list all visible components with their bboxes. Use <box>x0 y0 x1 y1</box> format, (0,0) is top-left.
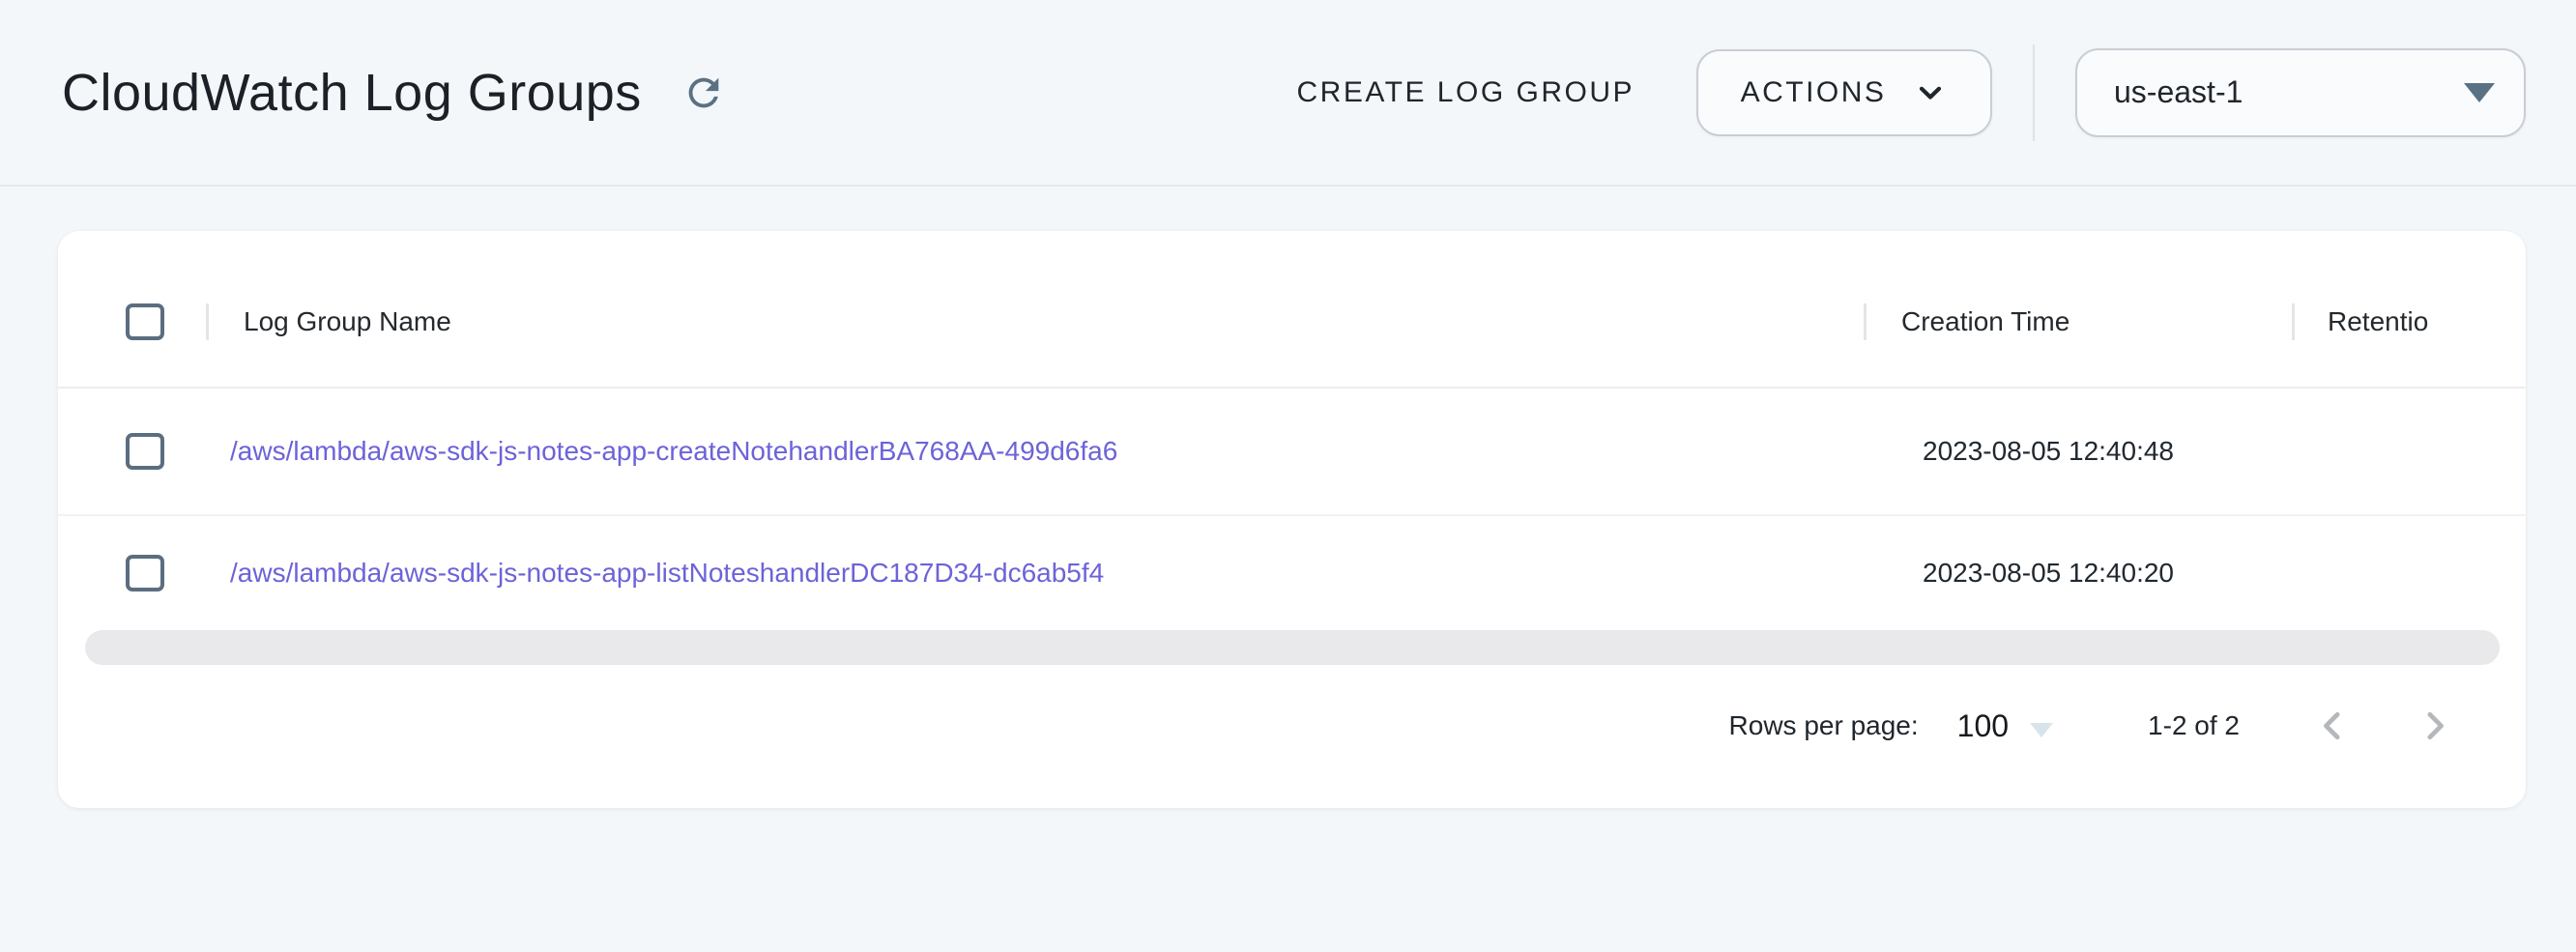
page-title: CloudWatch Log Groups <box>62 63 642 123</box>
log-group-link[interactable]: /aws/lambda/aws-sdk-js-notes-app-listNot… <box>230 558 1104 588</box>
column-separator <box>1864 303 1867 340</box>
chevron-right-icon <box>2414 705 2456 747</box>
rows-per-page-select[interactable]: 100 <box>1957 708 2053 744</box>
creation-time-cell: 2023-08-05 12:40:20 <box>1923 558 2174 589</box>
rows-per-page-label: Rows per page: <box>1729 710 1919 741</box>
pagination-bar: Rows per page: 100 1-2 of 2 <box>58 673 2526 808</box>
create-log-group-button[interactable]: CREATE LOG GROUP <box>1297 76 1635 109</box>
select-all-checkbox[interactable] <box>126 303 164 340</box>
log-groups-card: Log Group Name Creation Time Retentio /a… <box>58 231 2526 808</box>
log-group-link[interactable]: /aws/lambda/aws-sdk-js-notes-app-createN… <box>230 436 1117 466</box>
refresh-button[interactable] <box>677 66 731 120</box>
table-row: /aws/lambda/aws-sdk-js-notes-app-createN… <box>58 389 2526 516</box>
column-header-creation-time[interactable]: Creation Time <box>1901 306 2292 337</box>
chevron-left-icon <box>2311 705 2354 747</box>
column-separator <box>206 303 209 340</box>
caret-down-icon <box>2030 723 2053 737</box>
previous-page-button[interactable] <box>2309 703 2356 749</box>
table-row: /aws/lambda/aws-sdk-js-notes-app-listNot… <box>58 516 2526 630</box>
next-page-button[interactable] <box>2412 703 2458 749</box>
rows-per-page-value: 100 <box>1957 708 2009 744</box>
row-checkbox[interactable] <box>126 433 164 470</box>
table-header-row: Log Group Name Creation Time Retentio <box>58 231 2526 389</box>
topbar: CloudWatch Log Groups CREATE LOG GROUP A… <box>0 0 2576 187</box>
refresh-icon <box>681 71 726 115</box>
column-header-retention[interactable]: Retentio <box>2328 306 2428 337</box>
topbar-vertical-divider <box>2033 44 2035 141</box>
caret-down-icon <box>2464 83 2495 102</box>
log-group-name-cell: /aws/lambda/aws-sdk-js-notes-app-createN… <box>230 436 1923 467</box>
column-separator <box>2292 303 2295 340</box>
region-select-value: us-east-1 <box>2114 74 2243 110</box>
column-header-log-group-name[interactable]: Log Group Name <box>244 306 1864 337</box>
actions-button-label: ACTIONS <box>1741 76 1887 109</box>
row-checkbox[interactable] <box>126 555 164 591</box>
chevron-down-icon <box>1913 75 1948 110</box>
horizontal-scrollbar <box>58 630 2526 673</box>
creation-time-cell: 2023-08-05 12:40:48 <box>1923 436 2174 467</box>
region-select[interactable]: us-east-1 <box>2075 48 2526 137</box>
log-group-name-cell: /aws/lambda/aws-sdk-js-notes-app-listNot… <box>230 558 1923 589</box>
actions-button[interactable]: ACTIONS <box>1696 49 1992 136</box>
pagination-range-label: 1-2 of 2 <box>2148 710 2240 741</box>
horizontal-scrollbar-thumb[interactable] <box>85 630 2500 665</box>
